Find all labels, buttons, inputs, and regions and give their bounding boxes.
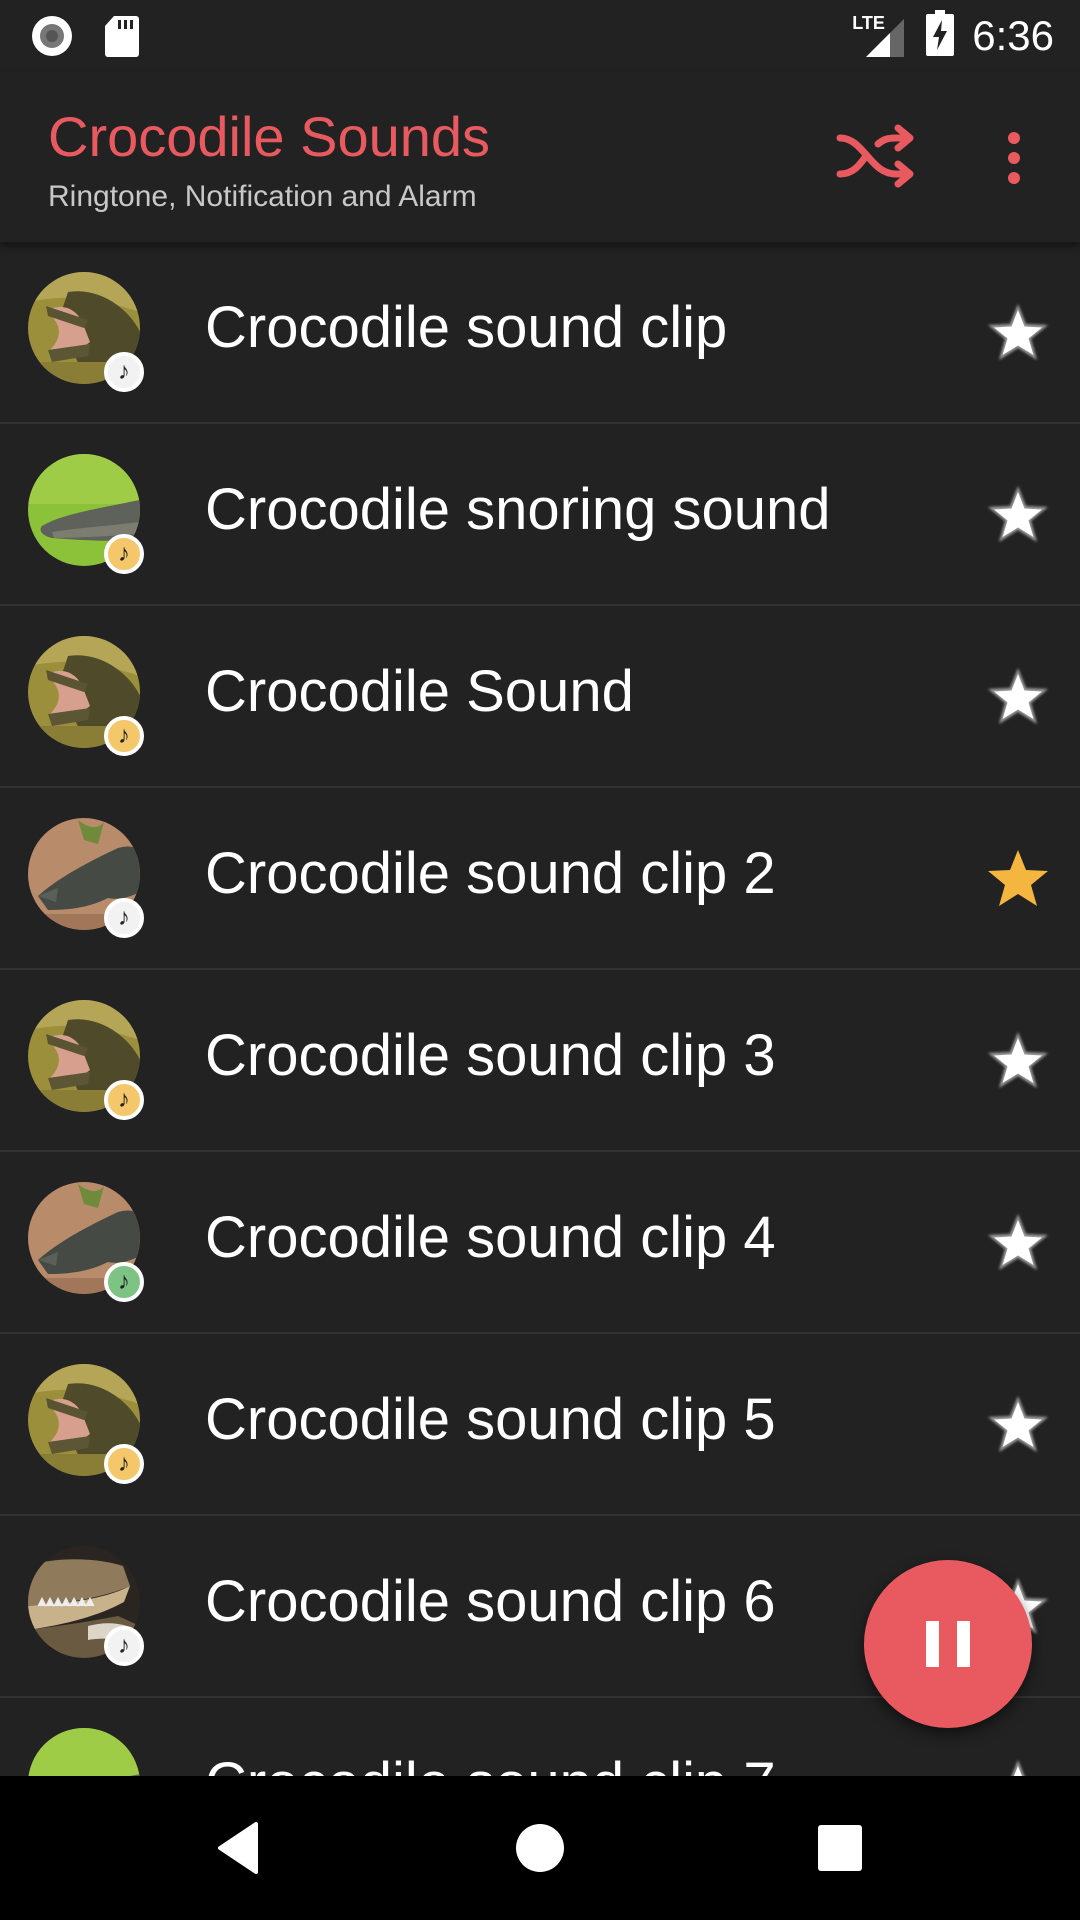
star-outline-icon <box>986 1032 1050 1096</box>
pause-icon <box>926 1621 970 1667</box>
music-note-icon: ♪ <box>118 1632 130 1659</box>
navigation-bar <box>0 1776 1080 1920</box>
ringtone-badge[interactable]: ♪ <box>104 534 144 574</box>
sound-title: Crocodile sound clip 2 <box>205 841 776 906</box>
recents-icon <box>818 1825 862 1871</box>
favorite-button[interactable] <box>986 664 1050 728</box>
music-note-icon: ♪ <box>118 358 130 385</box>
music-note-icon: ♪ <box>118 540 130 567</box>
sound-list-item[interactable]: ♪ Crocodile snoring sound <box>0 424 1080 606</box>
music-note-icon: ♪ <box>118 904 130 931</box>
app-title: Crocodile Sounds <box>48 105 491 168</box>
sound-title: Crocodile sound clip 7 <box>205 1750 776 1776</box>
sound-title: Crocodile sound clip 4 <box>205 1205 776 1270</box>
favorite-button[interactable] <box>986 1028 1050 1092</box>
star-outline-icon <box>986 1396 1050 1460</box>
sound-title: Crocodile Sound <box>205 659 634 724</box>
favorite-button[interactable] <box>986 300 1050 364</box>
sound-title: Crocodile sound clip 5 <box>205 1387 776 1452</box>
recents-button[interactable] <box>810 1818 870 1878</box>
lte-signal-icon: LTE <box>852 13 908 59</box>
sound-list-item[interactable]: ♪ Crocodile sound clip 3 <box>0 970 1080 1152</box>
app-subtitle: Ringtone, Notification and Alarm <box>48 180 477 213</box>
sound-title: Crocodile sound clip <box>205 295 728 360</box>
favorite-button[interactable] <box>986 482 1050 546</box>
app-bar: Crocodile Sounds Ringtone, Notification … <box>0 72 1080 242</box>
home-button[interactable] <box>510 1818 570 1878</box>
status-bar: LTE 6:36 <box>0 0 1080 72</box>
home-icon <box>516 1824 564 1872</box>
record-icon <box>30 14 74 63</box>
ringtone-badge[interactable]: ♪ <box>104 1626 144 1666</box>
music-note-icon: ♪ <box>118 722 130 749</box>
sound-list-item[interactable]: ♪ Crocodile sound clip 5 <box>0 1334 1080 1516</box>
ringtone-badge[interactable]: ♪ <box>104 898 144 938</box>
sd-card-icon <box>104 14 140 63</box>
sound-list-item[interactable]: ♪ Crocodile Sound <box>0 606 1080 788</box>
ringtone-badge[interactable]: ♪ <box>104 1080 144 1120</box>
shuffle-icon <box>836 124 914 188</box>
back-button[interactable] <box>210 1818 270 1878</box>
music-note-icon: ♪ <box>118 1268 130 1295</box>
sound-title: Crocodile sound clip 3 <box>205 1023 776 1088</box>
shuffle-button[interactable] <box>836 124 916 188</box>
sound-list[interactable]: ♪ Crocodile sound clip ♪ Crocodile snori… <box>0 242 1080 1776</box>
favorite-button[interactable] <box>986 1756 1050 1776</box>
music-note-icon: ♪ <box>118 1450 130 1477</box>
sound-thumbnail[interactable] <box>28 1728 140 1776</box>
ringtone-badge[interactable]: ♪ <box>104 1262 144 1302</box>
star-outline-icon <box>986 668 1050 732</box>
sound-list-item[interactable]: ♪ Crocodile sound clip <box>0 242 1080 424</box>
favorite-button[interactable] <box>986 1210 1050 1274</box>
favorite-button[interactable] <box>986 846 1050 910</box>
back-icon <box>218 1822 258 1874</box>
favorite-button[interactable] <box>986 1392 1050 1456</box>
sound-list-item[interactable]: ♪ Crocodile sound clip 4 <box>0 1152 1080 1334</box>
star-filled-icon <box>986 850 1050 914</box>
pause-button[interactable] <box>864 1560 1032 1728</box>
music-note-icon: ♪ <box>118 1086 130 1113</box>
sound-title: Crocodile sound clip 6 <box>205 1569 776 1634</box>
battery-charging-icon <box>926 10 955 61</box>
ringtone-badge[interactable]: ♪ <box>104 1444 144 1484</box>
more-options-button[interactable] <box>990 128 1040 188</box>
sound-list-item[interactable]: ♪ Crocodile sound clip 2 <box>0 788 1080 970</box>
star-outline-icon <box>986 486 1050 550</box>
ringtone-badge[interactable]: ♪ <box>104 716 144 756</box>
more-vert-icon <box>1008 132 1020 184</box>
ringtone-badge[interactable]: ♪ <box>104 352 144 392</box>
clock: 6:36 <box>972 11 1054 59</box>
star-outline-icon <box>986 1214 1050 1278</box>
star-outline-icon <box>986 304 1050 368</box>
sound-title: Crocodile snoring sound <box>205 477 831 542</box>
